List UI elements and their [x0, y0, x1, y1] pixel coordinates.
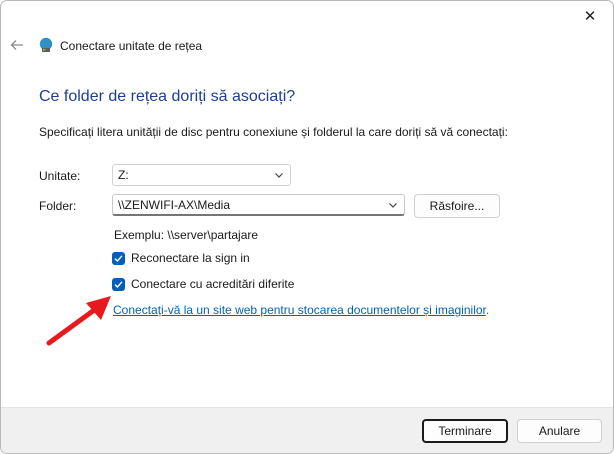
instructions-text: Specificați litera unității de disc pent… — [39, 125, 508, 139]
close-button[interactable]: ✕ — [567, 1, 613, 31]
network-drive-icon — [39, 37, 53, 52]
storage-site-link[interactable]: Conectați-vă la un site web pentru stoca… — [113, 303, 486, 317]
storage-site-link-row: Conectați-vă la un site web pentru stoca… — [113, 303, 489, 317]
credentials-label: Conectare cu acreditări diferite — [131, 277, 295, 291]
credentials-option[interactable]: Conectare cu acreditări diferite — [112, 277, 294, 291]
reconnect-label: Reconectare la sign in — [131, 251, 250, 265]
link-period: . — [485, 303, 490, 317]
credentials-checkbox[interactable] — [112, 277, 125, 291]
chevron-down-icon — [275, 173, 283, 178]
drive-letter-value: Z: — [118, 168, 129, 182]
drive-label: Unitate: — [39, 169, 81, 183]
cancel-button[interactable]: Anulare — [517, 419, 602, 443]
checkmark-icon — [114, 254, 123, 262]
back-arrow-icon — [10, 40, 23, 50]
chevron-down-icon[interactable] — [388, 200, 398, 210]
red-arrow-icon — [46, 296, 111, 346]
map-network-drive-dialog: ✕ Conectare unitate de rețea Ce folder d… — [0, 0, 614, 454]
finish-button[interactable]: Terminare — [422, 419, 508, 443]
checkmark-icon — [114, 280, 123, 288]
browse-button[interactable]: Răsfoire... — [414, 194, 500, 218]
folder-path-input[interactable]: \\ZENWIFI-AX\Media — [112, 194, 405, 216]
back-button[interactable] — [7, 35, 27, 55]
window-title: Conectare unitate de rețea — [60, 39, 203, 53]
folder-label: Folder: — [39, 199, 77, 213]
example-text: Exemplu: \\server\partajare — [114, 228, 259, 242]
dialog-footer: Terminare Anulare — [1, 407, 613, 453]
folder-path-value: \\ZENWIFI-AX\Media — [118, 197, 231, 212]
drive-letter-select[interactable]: Z: — [112, 164, 291, 186]
close-icon: ✕ — [583, 8, 597, 25]
page-heading: Ce folder de rețea doriți să asociați? — [39, 88, 296, 105]
reconnect-checkbox[interactable] — [112, 251, 125, 265]
reconnect-option[interactable]: Reconectare la sign in — [112, 251, 250, 265]
